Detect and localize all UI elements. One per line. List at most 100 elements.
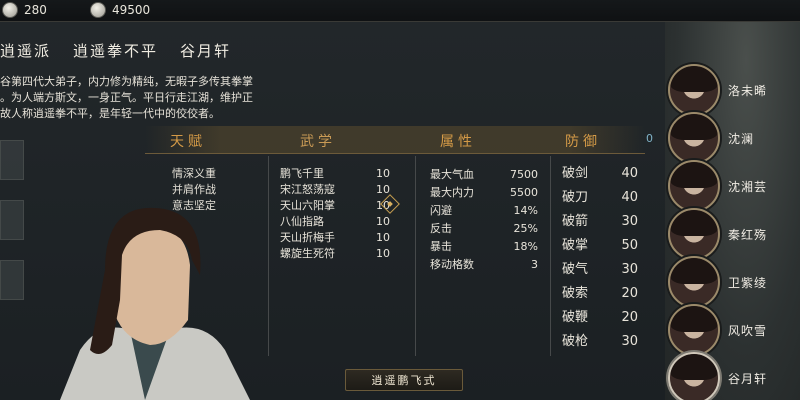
tab-talent[interactable]: 天赋 xyxy=(170,131,206,151)
attribute-row: 反击 25% xyxy=(430,220,538,238)
attribute-value: 14% xyxy=(513,204,538,217)
tab-defense[interactable]: 防御 xyxy=(565,131,601,151)
tab-underline xyxy=(145,153,645,154)
tab-count: 0 xyxy=(646,132,653,145)
attribute-name: 最大内力 xyxy=(430,186,474,199)
defense-row: 破刀 40 xyxy=(562,186,638,210)
roster-avatar xyxy=(668,352,720,400)
roster-item[interactable]: 洛未晞 xyxy=(668,64,800,116)
character-portrait xyxy=(60,207,250,400)
defense-name: 破鞭 xyxy=(562,310,589,325)
attribute-value: 5500 xyxy=(510,186,538,199)
skill-name-button[interactable]: 逍遥鹏飞式 xyxy=(345,369,463,391)
defense-row: 破鞭 20 xyxy=(562,306,638,330)
roster-avatar xyxy=(668,160,720,212)
martial-arts-row[interactable]: 宋江怒荡寇 10 xyxy=(280,182,390,198)
martial-arts-row[interactable]: 天山六阳掌 10 xyxy=(280,198,390,214)
roster-avatar xyxy=(668,112,720,164)
martial-arts-row[interactable]: 鹏飞千里 10 xyxy=(280,166,390,182)
defense-value: 30 xyxy=(621,334,638,349)
attribute-name: 闪避 xyxy=(430,204,452,217)
defense-name: 破气 xyxy=(562,262,589,277)
currency-silver: 280 xyxy=(2,2,47,18)
martial-art-name: 宋江怒荡寇 xyxy=(280,183,335,196)
defense-name: 破箭 xyxy=(562,214,589,229)
defense-row: 破剑 40 xyxy=(562,162,638,186)
martial-art-name: 天山六阳掌 xyxy=(280,199,335,212)
tab-martial-arts[interactable]: 武学 xyxy=(300,131,336,151)
roster-name: 谷月轩 xyxy=(728,371,768,386)
attribute-list: 最大气血 7500 最大内力 5500 闪避 14% 反击 25% 暴击 18% 移动格数… xyxy=(430,166,538,274)
currency-silver-value: 280 xyxy=(24,3,47,17)
column-divider xyxy=(415,156,416,356)
attribute-name: 暴击 xyxy=(430,240,452,253)
silver-coin-icon xyxy=(2,2,18,18)
roster-item[interactable]: 沈湘芸 xyxy=(668,160,800,212)
defense-name: 破掌 xyxy=(562,238,589,253)
roster-item-selected[interactable]: 谷月轩 xyxy=(668,352,800,400)
defense-name: 破索 xyxy=(562,286,589,301)
attribute-value: 3 xyxy=(531,258,538,271)
defense-row: 破箭 30 xyxy=(562,210,638,234)
character-name: 谷月轩 xyxy=(180,42,232,60)
talent-item[interactable]: 并肩作战 xyxy=(172,182,216,198)
martial-art-name: 螺旋生死符 xyxy=(280,247,335,260)
martial-art-name: 鹏飞千里 xyxy=(280,167,324,180)
defense-name: 破剑 xyxy=(562,166,589,181)
defense-name: 破刀 xyxy=(562,190,589,205)
martial-arts-list: 鹏飞千里 10 宋江怒荡寇 10 天山六阳掌 10 八仙指路 10 天山折梅手 10 螺旋… xyxy=(280,166,390,262)
defense-value: 30 xyxy=(621,214,638,229)
attribute-row: 最大气血 7500 xyxy=(430,166,538,184)
roster-avatar xyxy=(668,304,720,356)
currency-gold-value: 49500 xyxy=(112,3,151,17)
tab-attributes[interactable]: 属性 xyxy=(440,131,476,151)
roster-avatar xyxy=(668,64,720,116)
martial-arts-row[interactable]: 天山折梅手 10 xyxy=(280,230,390,246)
defense-value: 20 xyxy=(621,310,638,325)
side-tab-icon[interactable] xyxy=(0,140,24,180)
defense-row: 破气 30 xyxy=(562,258,638,282)
attribute-value: 18% xyxy=(513,240,538,253)
martial-art-level: 10 xyxy=(376,231,390,244)
attribute-row: 最大内力 5500 xyxy=(430,184,538,202)
character-header: 逍遥派 逍遥拳不平 谷月轩 xyxy=(0,40,231,61)
martial-art-name: 天山折梅手 xyxy=(280,231,335,244)
attribute-name: 移动格数 xyxy=(430,258,474,271)
roster-avatar xyxy=(668,256,720,308)
roster-name: 卫紫绫 xyxy=(728,275,768,290)
attribute-value: 25% xyxy=(513,222,538,235)
attribute-name: 反击 xyxy=(430,222,452,235)
defense-value: 30 xyxy=(621,262,638,277)
talent-item[interactable]: 情深义重 xyxy=(172,166,216,182)
martial-art-level: 10 xyxy=(376,215,390,228)
character-title: 逍遥拳不平 xyxy=(73,42,159,60)
attribute-value: 7500 xyxy=(510,168,538,181)
attribute-name: 最大气血 xyxy=(430,168,474,181)
defense-value: 40 xyxy=(621,166,638,181)
roster-name: 秦红殇 xyxy=(728,227,768,242)
description-line: 故人称逍遥拳不平，是年轻一代中的佼佼者。 xyxy=(0,107,220,120)
roster-item[interactable]: 风吹雪 xyxy=(668,304,800,356)
roster-name: 沈澜 xyxy=(728,131,755,146)
roster-name: 风吹雪 xyxy=(728,323,768,338)
martial-arts-row[interactable]: 螺旋生死符 10 xyxy=(280,246,390,262)
defense-value: 40 xyxy=(621,190,638,205)
roster-item[interactable]: 沈澜 xyxy=(668,112,800,164)
top-resource-bar: 280 49500 xyxy=(0,0,800,22)
martial-arts-row[interactable]: 八仙指路 10 xyxy=(280,214,390,230)
description-line: 。为人端方斯文，一身正气。平日行走江湖，维护正 xyxy=(0,91,253,104)
martial-art-name: 八仙指路 xyxy=(280,215,324,228)
gold-coin-icon xyxy=(90,2,106,18)
roster-item[interactable]: 秦红殇 xyxy=(668,208,800,260)
stats-tab-bar: 天赋 武学 属性 防御 xyxy=(145,126,645,154)
description-line: 谷第四代大弟子，内力修为精纯，无暇子多传其拳掌 xyxy=(0,75,253,88)
roster-name: 洛未晞 xyxy=(728,83,768,98)
currency-gold: 49500 xyxy=(90,2,150,18)
defense-row: 破索 20 xyxy=(562,282,638,306)
roster-name: 沈湘芸 xyxy=(728,179,768,194)
roster-item[interactable]: 卫紫绫 xyxy=(668,256,800,308)
attribute-row: 移动格数 3 xyxy=(430,256,538,274)
character-roster: 洛未晞 沈澜 沈湘芸 秦红殇 卫紫绫 风吹雪 谷月轩 xyxy=(668,64,800,400)
character-sect: 逍遥派 xyxy=(0,42,52,60)
column-divider xyxy=(550,156,551,356)
